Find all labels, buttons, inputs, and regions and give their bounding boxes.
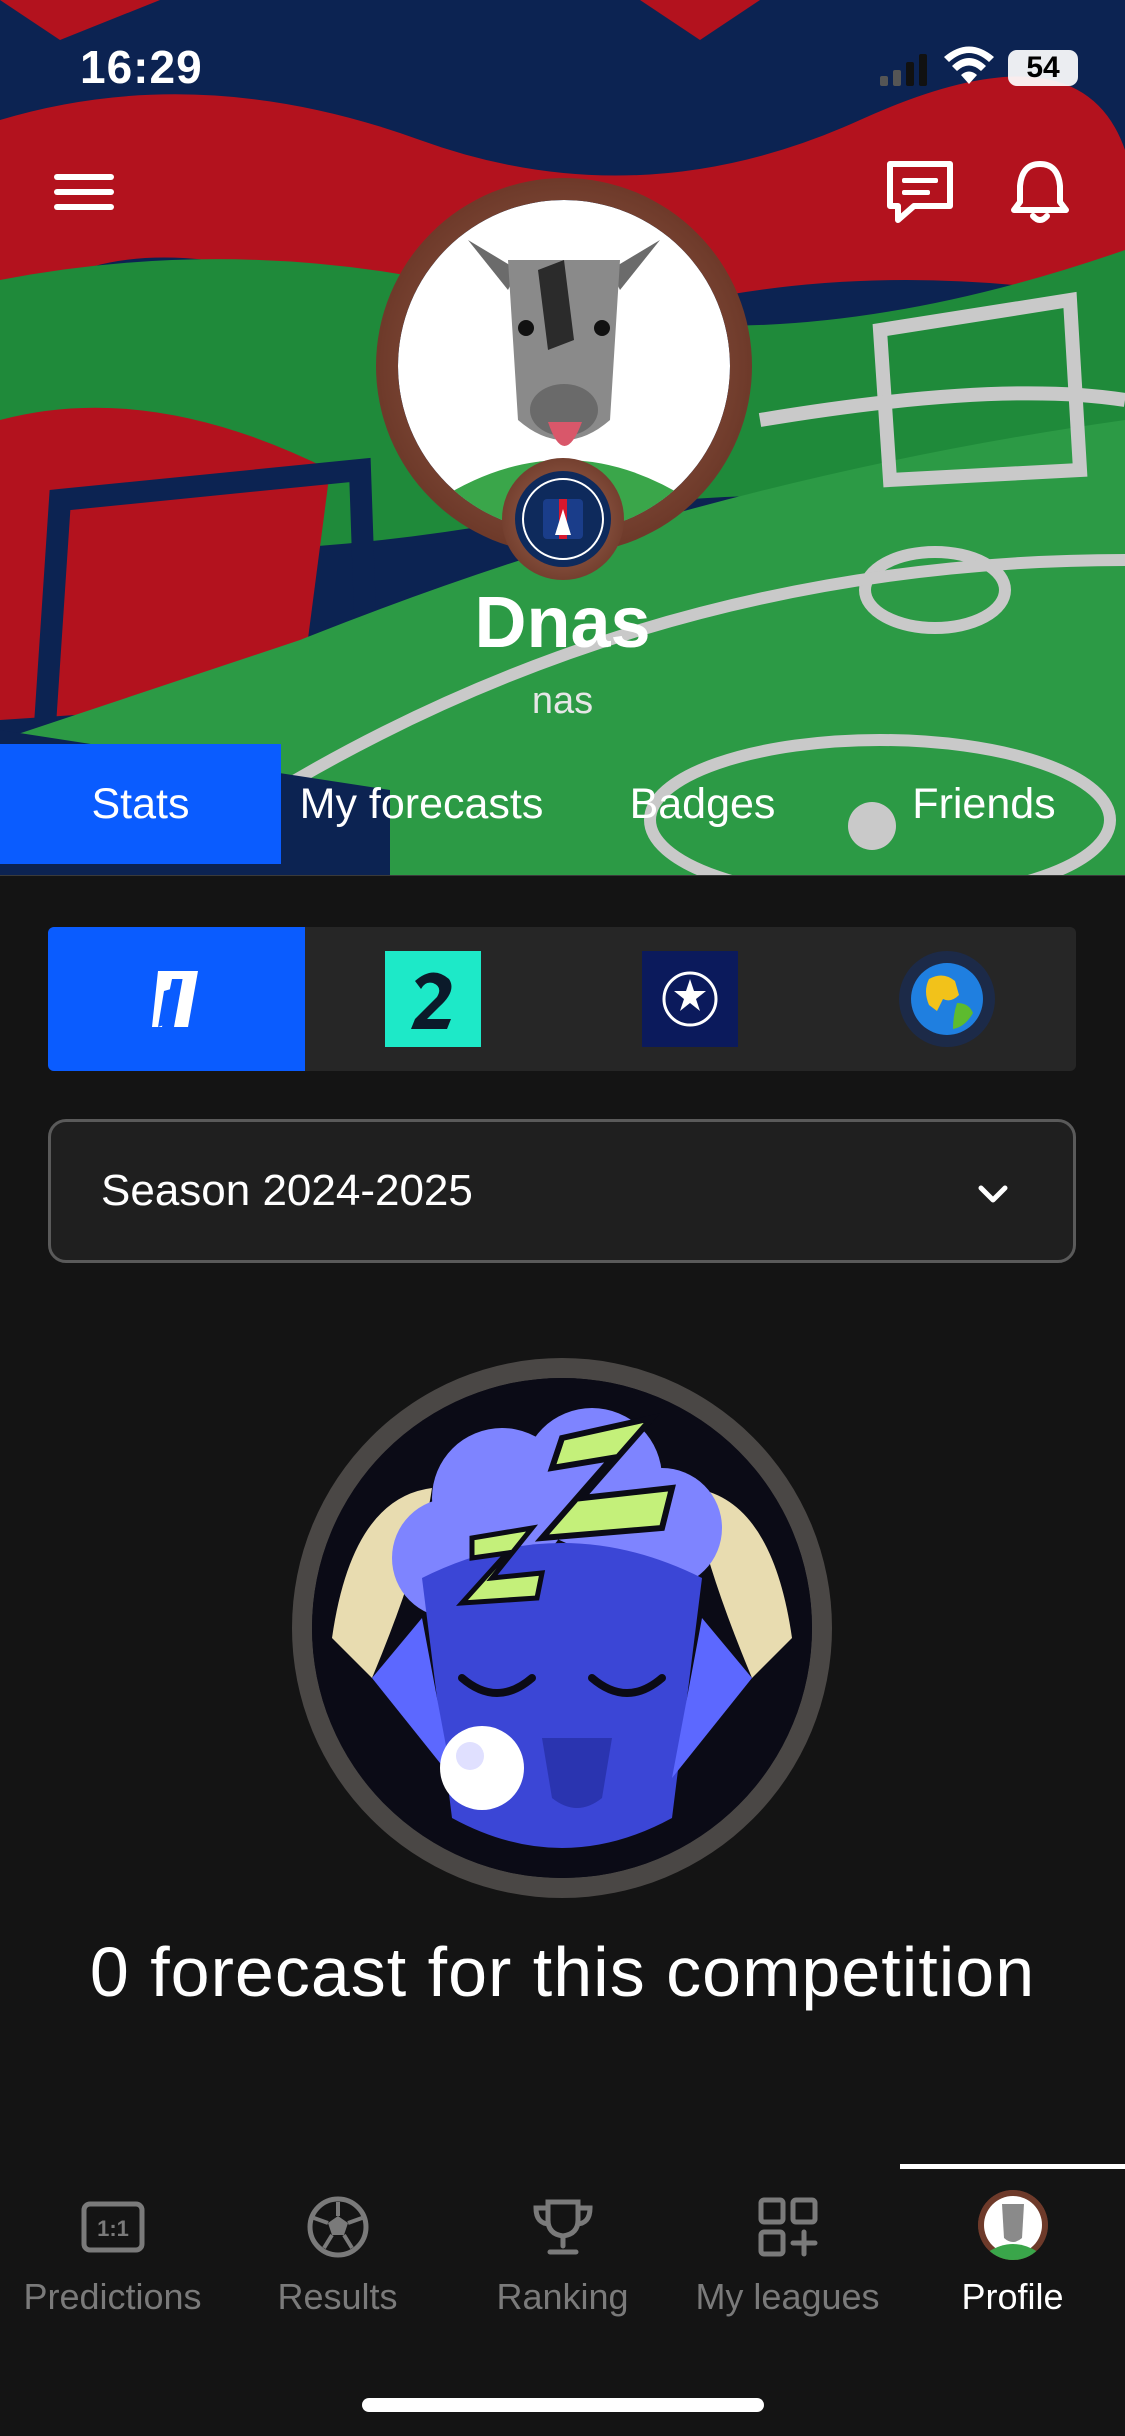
wifi-icon (944, 46, 994, 84)
tab-badges[interactable]: Badges (562, 744, 843, 864)
home-indicator (362, 2398, 764, 2412)
competition-champions-league[interactable] (562, 927, 819, 1071)
nav-label: Ranking (496, 2276, 629, 2317)
profile-name: Dnas (474, 583, 651, 663)
empty-state-message: 0 forecast for this competition (89, 1933, 1036, 2011)
trophy-icon (533, 2199, 593, 2255)
bottom-navigation: 1:1 Predictions Results Ranking My leagu… (0, 2164, 1125, 2436)
cell-signal-icon (880, 54, 927, 86)
soccer-ball-icon (307, 2196, 369, 2258)
nav-predictions[interactable]: 1:1 Predictions (0, 2164, 225, 2354)
psg-crest-icon (515, 471, 611, 567)
tab-stats[interactable]: Stats (0, 744, 281, 864)
ligue1-logo-icon (152, 971, 198, 1027)
nav-my-leagues[interactable]: My leagues (675, 2164, 900, 2354)
header-divider (0, 875, 1125, 876)
nav-ranking[interactable]: Ranking (450, 2164, 675, 2354)
status-bar: 16:29 54 (0, 0, 1125, 130)
profile-username: nas (531, 680, 594, 722)
champions-league-logo-icon (642, 951, 738, 1047)
status-time: 16:29 (80, 41, 203, 93)
nav-label: My leagues (695, 2276, 880, 2317)
sleeping-goat-icon (312, 1378, 812, 1878)
world-globe-icon (899, 951, 995, 1047)
competition-selector (48, 927, 1076, 1071)
competition-world[interactable] (819, 927, 1076, 1071)
nav-profile[interactable]: Profile (900, 2164, 1125, 2354)
empty-state-illustration (292, 1358, 832, 1898)
hamburger-menu-icon[interactable] (44, 152, 124, 232)
nav-label: Results (277, 2276, 398, 2317)
nav-label: Profile (961, 2276, 1064, 2317)
profile-tabs: Stats My forecasts Badges Friends (0, 744, 1125, 864)
avatar-icon (978, 2190, 1048, 2260)
svg-text:1:1: 1:1 (97, 2216, 129, 2241)
competition-ligue1[interactable] (48, 927, 305, 1071)
ligue2-logo-icon (385, 951, 481, 1047)
tab-my-forecasts[interactable]: My forecasts (281, 744, 562, 864)
nav-label: Predictions (23, 2276, 202, 2317)
club-badge-psg (502, 458, 624, 580)
tab-friends[interactable]: Friends (843, 744, 1125, 864)
profile-header: 16:29 54 Dnas nas Stats My forecasts Bad… (0, 0, 1125, 876)
chat-icon[interactable] (880, 152, 960, 232)
season-value: Season 2024-2025 (101, 1166, 473, 1215)
grid-plus-icon (758, 2197, 818, 2257)
chevron-down-icon (978, 1185, 1008, 1203)
season-dropdown[interactable]: Season 2024-2025 (48, 1119, 1076, 1263)
score-1-1-icon: 1:1 (81, 2201, 145, 2253)
notification-bell-icon[interactable] (1000, 152, 1080, 232)
competition-ligue2[interactable] (305, 927, 562, 1071)
nav-results[interactable]: Results (225, 2164, 450, 2354)
battery-indicator: 54 (1008, 50, 1078, 86)
